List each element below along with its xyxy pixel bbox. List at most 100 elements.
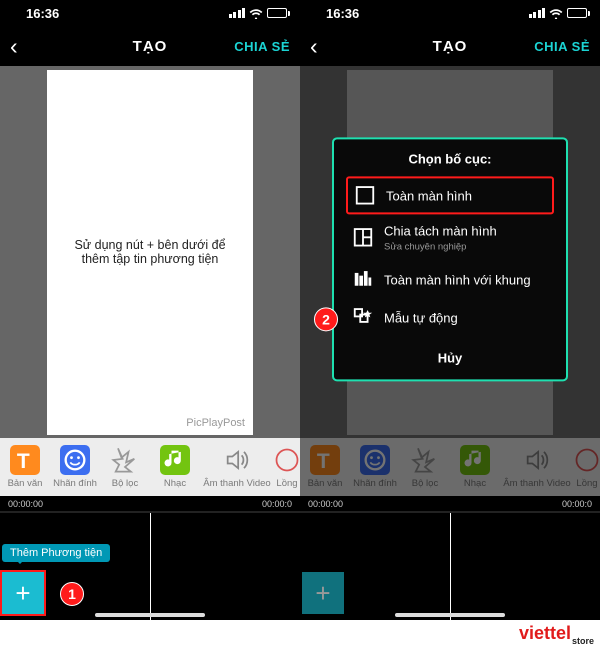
timeline-start: 00:00:00 — [8, 496, 43, 511]
toolbar: T Bản văn Nhãn đính Bộ lọc Nhạc Âm thanh… — [0, 438, 300, 496]
nav-bar: ‹ TẠO CHIA SẺ — [300, 26, 600, 66]
opt-label: Mẫu tự động — [384, 310, 458, 325]
timeline-end: 00:00:0 — [262, 496, 292, 511]
tool-label: Bộ lọc — [112, 478, 138, 489]
sticker-icon — [60, 445, 90, 475]
signal-icon — [229, 8, 246, 18]
popup-title: Chọn bố cục: — [346, 151, 554, 166]
share-button[interactable]: CHIA SẺ — [534, 39, 590, 54]
music-icon — [460, 445, 490, 475]
home-indicator[interactable] — [395, 613, 505, 617]
canvas-watermark: PicPlayPost — [186, 417, 245, 429]
tool-label: Lồng — [576, 478, 597, 489]
add-media-button[interactable]: + — [2, 572, 44, 614]
timeline-end: 00:00:0 — [562, 496, 592, 511]
tool-sticker: Nhãn đính — [350, 438, 400, 496]
playhead — [450, 513, 451, 620]
playhead[interactable] — [150, 513, 151, 620]
canvas-area-dim: 2 Chọn bố cục: Toàn màn hình Chia tách m… — [300, 66, 600, 438]
tool-sticker[interactable]: Nhãn đính — [50, 438, 100, 496]
overlay-icon — [572, 445, 600, 475]
sound-icon — [522, 445, 552, 475]
tool-overlay: Lồng — [574, 438, 600, 496]
timeline-track[interactable]: Thêm Phương tiện + 1 — [0, 512, 300, 620]
canvas-doc: Sử dụng nút + bên dưới để thêm tập tin p… — [47, 70, 253, 435]
brand-name: viettel — [519, 623, 571, 643]
tool-label: Bản văn — [8, 478, 43, 489]
popup-cancel[interactable]: Hủy — [346, 344, 554, 371]
auto-icon — [352, 306, 374, 328]
filter-icon — [110, 445, 140, 475]
tool-filter[interactable]: Bộ lọc — [100, 438, 150, 496]
tool-label: Bản văn — [308, 478, 343, 489]
screen-step-2: 16:36 ‹ TẠO CHIA SẺ 2 Chọn bố cục: Toàn … — [300, 0, 600, 620]
timeline-ruler: 00:00:00 00:00:0 — [300, 496, 600, 512]
status-bar: 16:36 — [300, 0, 600, 26]
layout-opt-fullscreen[interactable]: Toàn màn hình — [346, 176, 554, 214]
filter-icon — [410, 445, 440, 475]
signal-icon — [529, 8, 546, 18]
text-icon: T — [310, 445, 340, 475]
layout-opt-split[interactable]: Chia tách màn hình Sửa chuyên nghiệp — [346, 214, 554, 260]
nav-bar: ‹ TẠO CHIA SẺ — [0, 26, 300, 66]
tool-filter: Bộ lọc — [400, 438, 450, 496]
tool-label: Âm thanh Video — [203, 478, 270, 489]
timeline-track: + — [300, 512, 600, 620]
brand-footer: viettelstore — [480, 621, 600, 649]
opt-label: Chia tách màn hình — [384, 223, 497, 238]
split-icon — [352, 226, 374, 248]
battery-icon — [567, 8, 590, 18]
toolbar-dim: T Bản văn Nhãn đính Bộ lọc Nhạc Âm thanh… — [300, 438, 600, 496]
wifi-icon — [549, 8, 563, 19]
tool-music[interactable]: Nhạc — [150, 438, 200, 496]
brand-logo: viettelstore — [519, 624, 594, 646]
add-media-tooltip: Thêm Phương tiện — [2, 544, 110, 562]
tool-label: Nhạc — [164, 478, 186, 489]
status-time: 16:36 — [310, 6, 359, 21]
tool-label: Nhãn đính — [353, 478, 397, 489]
tool-video-sound: Âm thanh Video — [500, 438, 574, 496]
tool-overlay[interactable]: Lồng — [274, 438, 300, 496]
status-bar: 16:36 — [0, 0, 300, 26]
step-2-marker: 2 — [314, 307, 338, 331]
tool-music: Nhạc — [450, 438, 500, 496]
home-indicator[interactable] — [95, 613, 205, 617]
layout-opt-framed[interactable]: Toàn màn hình với khung — [346, 260, 554, 298]
brand-sub: store — [572, 636, 594, 646]
battery-icon — [267, 8, 290, 18]
frame-icon — [352, 268, 374, 290]
music-icon — [160, 445, 190, 475]
plus-icon: + — [315, 578, 330, 609]
wifi-icon — [249, 8, 263, 19]
plus-icon: + — [15, 578, 30, 609]
back-button[interactable]: ‹ — [10, 33, 18, 60]
tool-label: Nhạc — [464, 478, 486, 489]
timeline-ruler: 00:00:00 00:00:0 — [0, 496, 300, 512]
fullscreen-icon — [354, 184, 376, 206]
screen-step-1: 16:36 ‹ TẠO CHIA SẺ Sử dụng nút + bên dư… — [0, 0, 300, 620]
add-media-button: + — [302, 572, 344, 614]
overlay-icon — [272, 445, 302, 475]
timeline-start: 00:00:00 — [308, 496, 343, 511]
layout-opt-auto[interactable]: Mẫu tự động — [346, 298, 554, 336]
tool-label: Nhãn đính — [53, 478, 97, 489]
back-button[interactable]: ‹ — [310, 33, 318, 60]
tool-label: Bộ lọc — [412, 478, 438, 489]
step-1-marker: 1 — [60, 582, 84, 606]
tool-text: T Bản văn — [300, 438, 350, 496]
tool-label: Âm thanh Video — [503, 478, 570, 489]
canvas-hint: Sử dụng nút + bên dưới để thêm tập tin p… — [61, 238, 239, 266]
tool-label: Lồng — [276, 478, 297, 489]
opt-label: Toàn màn hình — [386, 188, 472, 203]
svg-text:T: T — [17, 450, 30, 473]
share-button[interactable]: CHIA SẺ — [234, 39, 290, 54]
opt-sub: Sửa chuyên nghiệp — [384, 241, 497, 252]
sticker-icon — [360, 445, 390, 475]
opt-label: Toàn màn hình với khung — [384, 272, 531, 287]
canvas-area[interactable]: Sử dụng nút + bên dưới để thêm tập tin p… — [0, 66, 300, 438]
layout-popup: 2 Chọn bố cục: Toàn màn hình Chia tách m… — [332, 137, 568, 381]
sound-icon — [222, 445, 252, 475]
tool-text[interactable]: T Bản văn — [0, 438, 50, 496]
tool-video-sound[interactable]: Âm thanh Video — [200, 438, 274, 496]
status-time: 16:36 — [10, 6, 59, 21]
